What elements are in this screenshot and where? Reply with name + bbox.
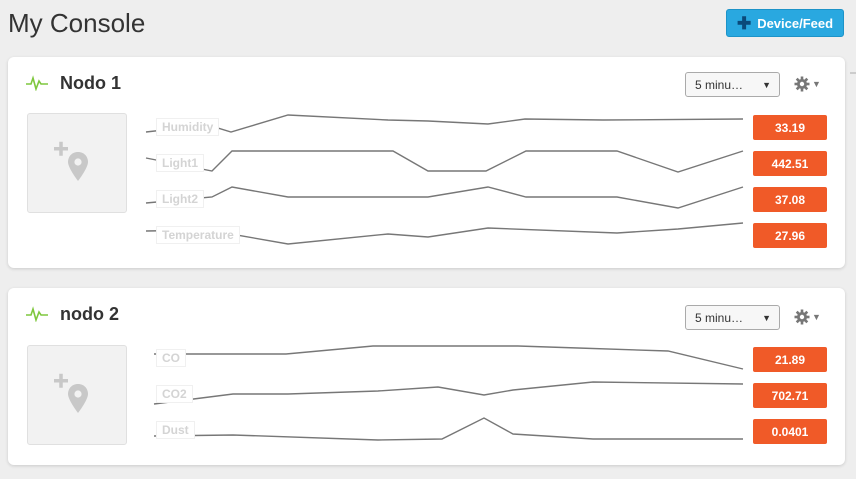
sparklines <box>153 345 744 441</box>
stream-value-humidity[interactable]: 33.19 <box>753 115 827 140</box>
stream-value-dust[interactable]: 0.0401 <box>753 419 827 444</box>
gear-icon <box>794 309 810 325</box>
activity-icon <box>26 306 48 322</box>
stream-label-dust: Dust <box>156 421 195 439</box>
device-card-nodo-2: nodo 2 5 minu… ▼ ▼ CO CO2 Dust 21.89 702… <box>8 288 845 465</box>
divider <box>850 72 856 74</box>
add-location-placeholder[interactable] <box>27 113 127 213</box>
chevron-down-icon: ▼ <box>762 80 771 90</box>
sparkline-co2 <box>153 381 744 405</box>
settings-menu[interactable]: ▼ <box>794 309 821 325</box>
sparkline-co <box>154 345 744 370</box>
stream-value-light2[interactable]: 37.08 <box>753 187 827 212</box>
stream-label-co: CO <box>156 349 186 367</box>
sparkline-dust <box>153 417 743 441</box>
sparkline-light2 <box>145 186 744 209</box>
device-name[interactable]: nodo 2 <box>60 304 119 325</box>
chevron-down-icon: ▼ <box>812 312 821 322</box>
add-location-placeholder[interactable] <box>27 345 127 445</box>
settings-menu[interactable]: ▼ <box>794 76 821 92</box>
stream-label-co2: CO2 <box>156 385 193 403</box>
stream-value-co2[interactable]: 702.71 <box>753 383 827 408</box>
sparkline-humidity <box>145 114 744 133</box>
add-location-icon <box>54 373 88 413</box>
gear-icon <box>794 76 810 92</box>
activity-icon <box>26 75 48 91</box>
page-title: My Console <box>8 8 146 38</box>
device-name[interactable]: Nodo 1 <box>60 73 121 94</box>
add-location-icon <box>54 141 88 181</box>
stream-label-temperature: Temperature <box>156 226 240 244</box>
add-device-feed-label: Device/Feed <box>757 15 834 31</box>
chevron-down-icon: ▼ <box>812 79 821 89</box>
stream-label-light2: Light2 <box>156 190 204 208</box>
sparkline-light1 <box>145 150 744 173</box>
add-device-feed-button[interactable]: ✚ Device/Feed <box>726 9 844 37</box>
plus-icon: ✚ <box>736 13 752 33</box>
stream-value-temperature[interactable]: 27.96 <box>753 223 827 248</box>
chevron-down-icon: ▼ <box>762 313 771 323</box>
stream-value-light1[interactable]: 442.51 <box>753 151 827 176</box>
stream-value-co[interactable]: 21.89 <box>753 347 827 372</box>
device-card-nodo-1: Nodo 1 5 minu… ▼ ▼ Humidity Light1 Light… <box>8 57 845 268</box>
stream-label-humidity: Humidity <box>156 118 220 136</box>
stream-label-light1: Light1 <box>156 154 204 172</box>
